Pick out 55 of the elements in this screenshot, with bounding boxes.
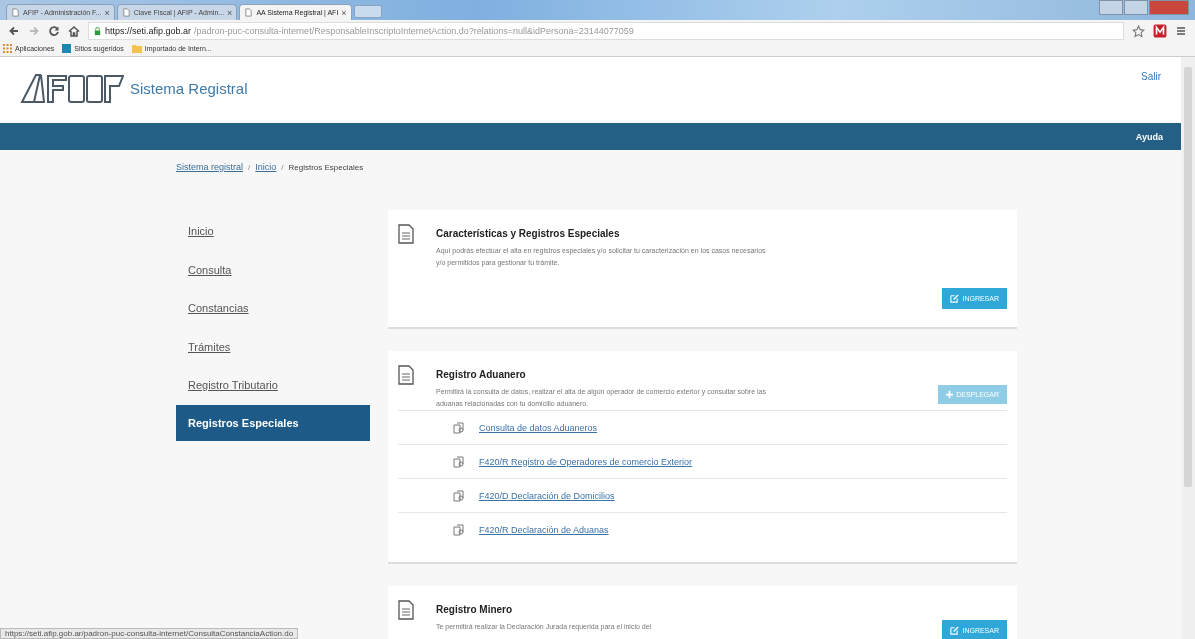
edit-icon [950,626,960,635]
reload-icon[interactable] [48,25,60,37]
sidebar-item[interactable]: Constancias [176,289,370,328]
star-icon[interactable] [1132,24,1145,38]
documents-icon [453,489,465,502]
card-title: Características y Registros Especiales [436,228,621,239]
tab-close-button[interactable]: × [104,7,110,18]
service-link[interactable]: F420/D Declaración de Domicilios [479,490,615,501]
sidebar-item[interactable]: Registro Tributario [176,366,370,405]
documents-icon [453,421,465,434]
document-icon [398,224,414,244]
help-link[interactable]: Ayuda [1135,131,1163,142]
new-tab-button[interactable] [353,5,382,18]
minimize-button[interactable] [1099,0,1123,15]
documents-icon [453,455,465,468]
breadcrumb-separator: / [248,162,251,172]
sidebar-item[interactable]: Consulta [176,250,370,289]
tab-close-button[interactable]: × [227,7,233,18]
plus-icon [946,391,954,398]
card-title: Registro Minero [436,604,514,615]
documents-icon [453,523,465,536]
sidebar-item[interactable]: Trámites [176,327,370,366]
card-title: Registro Aduanero [436,369,527,380]
address-field[interactable]: https://seti.afip.gob.ar /padron-puc-consulta-internet/ResponsableInscriptoInternetAction.do?relations=null&idPersona=23144077059 [88,22,1124,40]
scrollbar-thumb[interactable] [1184,67,1192,487]
breadcrumb-separator: / [281,162,284,172]
tab-close-button[interactable]: × [341,7,347,18]
back-arrow-icon[interactable] [8,25,20,37]
apps-grid-icon [3,43,12,53]
breadcrumb-current: Registros Especiales [288,162,364,172]
site-title: Sistema Registral [130,79,248,97]
service-link[interactable]: F420/R Declaración de Aduanas [479,524,609,535]
edit-icon [950,294,960,303]
document-icon [398,600,414,620]
service-link[interactable]: Consulta de datos Aduaneros [479,422,598,433]
lock-icon [93,26,102,36]
scrollbar[interactable] [1181,57,1195,639]
forward-arrow-icon[interactable] [28,25,40,37]
sidebar-item[interactable]: Inicio [176,212,370,251]
maximize-button[interactable] [1124,0,1148,15]
page-icon [62,43,72,53]
close-button[interactable] [1149,0,1189,15]
page-icon [244,8,254,17]
menu-icon[interactable] [1175,25,1187,37]
page-icon [11,8,20,17]
document-icon [398,365,414,385]
logout-link[interactable]: Salir [1141,71,1161,123]
service-link[interactable]: F420/R Registro de Operadores de comercio Exterior [479,456,693,467]
breadcrumb-link[interactable]: Sistema registral [176,162,244,172]
sidebar-item[interactable]: Registros Especiales [176,404,370,441]
breadcrumb-link[interactable]: Inicio [255,162,277,172]
page-icon [121,8,131,17]
extension-icon[interactable] [1153,24,1167,38]
status-bar: https://seti.afip.gob.ar/padron-puc-consulta-internet/ConsultaConstanciaAction.do [0,628,299,639]
home-icon[interactable] [68,25,80,37]
